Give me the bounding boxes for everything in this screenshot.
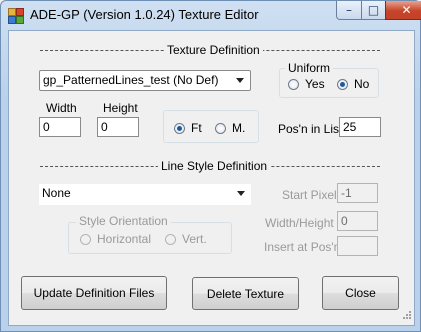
- start-pixel-label: Start Pixel: [282, 188, 337, 202]
- uniform-no-radio[interactable]: No: [337, 77, 369, 91]
- line-style-header: Line Style Definition: [158, 159, 271, 173]
- width-height-input[interactable]: 0: [337, 211, 378, 231]
- texture-select-value: gp_PatternedLines_test (No Def): [43, 73, 219, 87]
- app-icon: [8, 8, 24, 24]
- uniform-label: Uniform: [285, 61, 334, 75]
- texture-select[interactable]: gp_PatternedLines_test (No Def): [39, 70, 251, 91]
- window-title: ADE-GP (Version 1.0.24) Texture Editor: [30, 7, 259, 22]
- height-label: Height: [103, 101, 138, 115]
- close-icon: ✕: [401, 3, 412, 17]
- width-height-label: Width/Height: [265, 216, 334, 230]
- orientation-label: Style Orientation: [76, 214, 171, 228]
- radio-icon: [215, 122, 226, 134]
- radio-icon: [80, 233, 91, 245]
- chevron-down-icon: [237, 191, 245, 196]
- start-pixel-input[interactable]: -1: [337, 183, 378, 203]
- units-m-radio[interactable]: M.: [215, 121, 245, 135]
- width-input[interactable]: 0: [39, 117, 81, 137]
- orientation-vertical-radio[interactable]: Vert.: [165, 232, 207, 246]
- uniform-yes-label: Yes: [305, 77, 325, 91]
- delete-texture-button[interactable]: Delete Texture: [192, 277, 299, 310]
- insert-position-input[interactable]: [337, 236, 378, 256]
- minimize-icon: –: [346, 3, 352, 17]
- maximize-button[interactable]: □: [361, 1, 386, 20]
- units-ft-label: Ft: [191, 121, 202, 135]
- line-style-select-value: None: [42, 186, 71, 200]
- update-button-label: Update Definition Files: [33, 286, 155, 300]
- close-button[interactable]: Close: [322, 276, 399, 310]
- texture-definition-header: Texture Definition: [164, 43, 263, 57]
- units-m-label: M.: [232, 121, 246, 135]
- orientation-horizontal-label: Horizontal: [97, 232, 152, 246]
- position-label: Pos'n in List: [278, 122, 343, 136]
- chevron-down-icon: [236, 78, 244, 83]
- radio-selected-icon: [337, 78, 348, 90]
- radio-icon: [288, 78, 299, 90]
- close-button-label: Close: [345, 286, 376, 300]
- width-label: Width: [46, 101, 77, 115]
- radio-icon: [165, 233, 176, 245]
- radio-selected-icon: [174, 122, 185, 134]
- delete-button-label: Delete Texture: [206, 286, 285, 301]
- resize-grip-icon[interactable]: [400, 310, 412, 322]
- uniform-no-label: No: [354, 77, 370, 91]
- minimize-button[interactable]: –: [336, 1, 362, 20]
- height-input[interactable]: 0: [97, 117, 139, 137]
- insert-position-label: Insert at Pos'n: [264, 240, 341, 254]
- update-definition-files-button[interactable]: Update Definition Files: [21, 276, 167, 310]
- orientation-horizontal-radio[interactable]: Horizontal: [80, 232, 151, 246]
- units-ft-radio[interactable]: Ft: [174, 121, 202, 135]
- line-style-select[interactable]: None: [39, 184, 251, 205]
- uniform-yes-radio[interactable]: Yes: [288, 77, 325, 91]
- maximize-icon: □: [367, 3, 380, 17]
- position-input[interactable]: 25: [339, 117, 381, 137]
- orientation-vertical-label: Vert.: [182, 232, 207, 246]
- close-window-button[interactable]: ✕: [385, 1, 421, 20]
